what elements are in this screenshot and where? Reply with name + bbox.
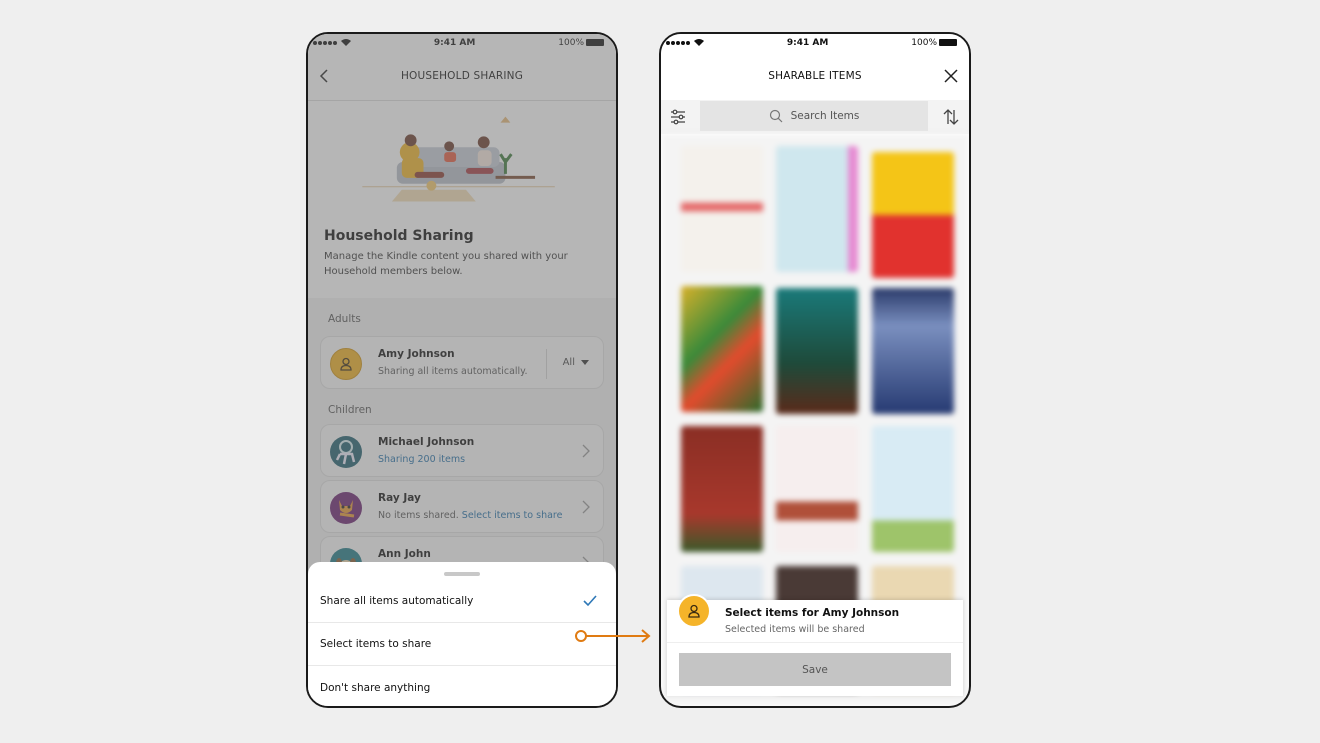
book-cover[interactable] (681, 286, 763, 412)
status-text: No items shared. (378, 510, 459, 521)
household-sharing-screen: 9:41 AM 100% HOUSEHOLD SHARING Household… (306, 32, 618, 708)
chevron-right-icon (582, 500, 590, 514)
member-name: Amy Johnson (378, 348, 455, 360)
checkmark-icon (583, 595, 597, 607)
sharing-options-sheet: Share all items automatically Select ite… (308, 562, 616, 706)
book-cover[interactable] (681, 426, 763, 552)
save-button[interactable]: Save (679, 653, 951, 686)
astronaut-avatar-icon (335, 440, 356, 465)
book-cover[interactable] (872, 152, 954, 278)
option-label: Share all items automatically (320, 595, 474, 607)
option-dont-share[interactable]: Don't share anything (308, 666, 616, 706)
book-cover[interactable] (872, 288, 954, 414)
option-label: Select items to share (320, 638, 432, 650)
status-bar: 9:41 AM 100% (661, 34, 969, 51)
flow-arrow-icon (575, 629, 651, 643)
signal-icon (666, 40, 690, 45)
page-title: SHARABLE ITEMS (768, 70, 862, 82)
avatar (330, 436, 362, 468)
option-select-items[interactable]: Select items to share (308, 623, 616, 666)
household-illustration (308, 102, 616, 230)
select-items-panel: Select items for Amy Johnson Selected it… (667, 594, 963, 696)
dropdown-value: All (562, 357, 575, 368)
page-title: HOUSEHOLD SHARING (400, 69, 524, 82)
status-time: 9:41 AM (786, 37, 829, 48)
wifi-icon (694, 39, 704, 46)
member-name: Ann John (378, 548, 431, 560)
person-icon (688, 604, 700, 618)
member-name: Michael Johnson (378, 436, 475, 448)
battery-percent: 100% (558, 37, 584, 48)
avatar (330, 492, 362, 524)
member-name: Ray Jay (378, 492, 421, 504)
member-status-link[interactable]: Sharing 200 items (378, 454, 465, 465)
divider (546, 349, 547, 379)
search-input[interactable]: Search Items (700, 101, 928, 131)
hero-description: Manage the Kindle content you shared wit… (324, 251, 568, 277)
sort-icon[interactable] (942, 108, 960, 126)
search-icon (769, 109, 783, 123)
chevron-right-icon (582, 444, 590, 458)
select-items-link[interactable]: Select items to share (462, 510, 563, 521)
children-label: Children (328, 404, 372, 416)
sharing-dropdown[interactable]: All (563, 357, 589, 368)
book-cover[interactable] (776, 426, 858, 552)
divider (667, 642, 963, 643)
battery-icon (939, 39, 957, 46)
nav-bar: HOUSEHOLD SHARING (308, 51, 616, 101)
status-time: 9:41 AM (433, 37, 476, 48)
status-bar: 9:41 AM 100% (308, 34, 616, 51)
panel-subtitle: Selected items will be shared (725, 624, 865, 635)
member-status: No items shared. Select items to share (378, 510, 562, 521)
adults-label: Adults (328, 313, 361, 325)
sheet-drag-handle[interactable] (444, 572, 480, 576)
book-cover[interactable] (776, 146, 858, 272)
cat-avatar-icon (339, 500, 355, 518)
close-icon[interactable] (943, 68, 959, 84)
panel-title: Select items for Amy Johnson (725, 607, 900, 619)
back-chevron-icon[interactable] (317, 67, 333, 85)
book-cover[interactable] (872, 426, 954, 552)
avatar (330, 348, 362, 380)
battery-percent: 100% (911, 37, 937, 48)
caret-down-icon (581, 360, 589, 365)
member-card-amy-johnson[interactable]: Amy Johnson Sharing all items automatica… (320, 336, 604, 389)
nav-bar: SHARABLE ITEMS (661, 51, 969, 101)
option-share-all[interactable]: Share all items automatically (308, 580, 616, 623)
sharable-items-screen: 9:41 AM 100% SHARABLE ITEMS Search Items (659, 32, 971, 708)
filter-sliders-icon[interactable] (669, 108, 687, 126)
avatar (677, 594, 711, 628)
battery-icon (586, 39, 604, 46)
option-label: Don't share anything (320, 681, 431, 694)
search-placeholder: Search Items (790, 110, 860, 122)
person-icon (340, 357, 352, 371)
wifi-icon (341, 39, 351, 46)
member-card-michael-johnson[interactable]: Michael Johnson Sharing 200 items (320, 424, 604, 477)
book-cover[interactable] (681, 146, 763, 272)
member-status: Sharing all items automatically. (378, 366, 528, 377)
hero-title: Household Sharing (324, 228, 474, 244)
book-cover[interactable] (776, 288, 858, 414)
signal-icon (313, 40, 337, 45)
member-card-ray-jay[interactable]: Ray Jay No items shared. Select items to… (320, 480, 604, 533)
search-toolbar: Search Items (661, 100, 969, 134)
